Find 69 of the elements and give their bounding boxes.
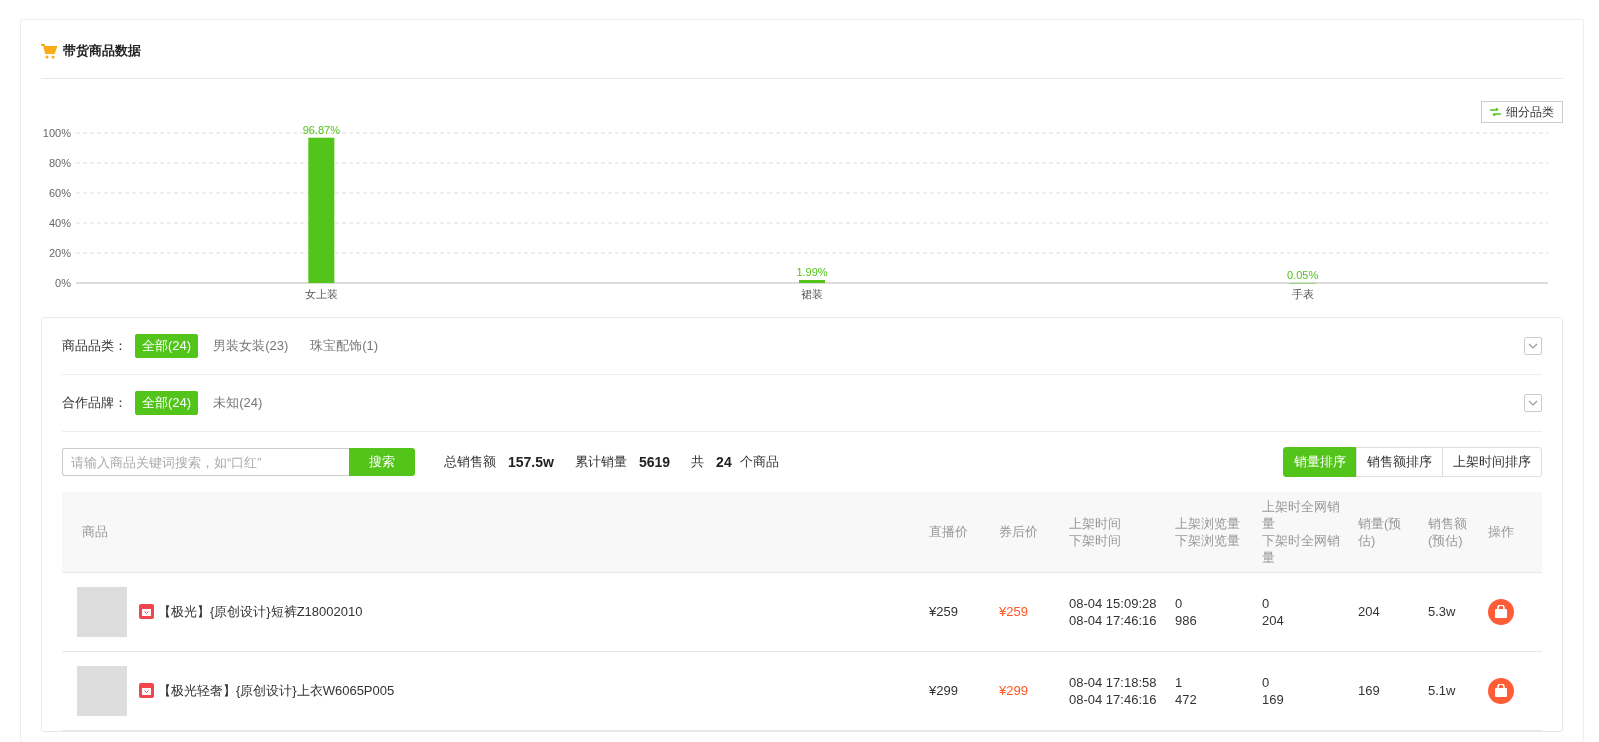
total-suffix: 个商品 [739,453,779,472]
shopping-bag-button[interactable] [1488,598,1514,625]
axis-tick-label: 0% [55,277,71,289]
category-label: 裙装 [801,288,823,300]
filter-option[interactable]: 未知(24) [206,391,270,415]
axis-tick-label: 60% [48,187,71,199]
total-prefix: 共 [691,453,705,472]
category-label: 女上装 [304,288,338,300]
sales-estimate: 204 [1352,572,1422,651]
expand-button[interactable] [1524,394,1542,412]
chevron-down-icon [1528,343,1538,349]
product-name[interactable]: 【极光轻奢】{原创设计}上衣W6065P005 [158,682,395,699]
axis-tick-label: 40% [48,217,71,229]
bar [799,280,825,283]
column-header: 直播价 [923,492,993,572]
shopping-bag-icon [1494,605,1508,618]
expand-button[interactable] [1524,337,1542,355]
product-photo-placeholder [77,665,127,716]
filter-label: 商品品类： [62,337,127,356]
swap-icon [1490,108,1501,116]
revenue-estimate: 5.1w [1422,651,1482,730]
product-photo-placeholder [77,586,127,637]
axis-tick-label: 100% [42,127,71,139]
listing-times: 08-04 17:18:58 08-04 17:46:16 [1063,651,1169,730]
network-sales: 0 204 [1256,572,1352,651]
column-header: 上架时全网销量 下架时全网销量 [1256,492,1352,572]
listing-times: 08-04 15:09:28 08-04 17:46:16 [1063,572,1169,651]
revenue-estimate: 5.3w [1422,572,1482,651]
network-sales: 0 169 [1256,651,1352,730]
column-header: 销量(预估) [1352,492,1422,572]
product-name[interactable]: 【极光】{原创设计}短裤Z18002010 [158,603,363,620]
live-price: ¥299 [923,651,993,730]
sort-button[interactable]: 销售额排序 [1356,447,1443,477]
column-header: 销售额(预估) [1422,492,1482,572]
data-label: 96.87% [302,123,340,136]
view-counts: 0 986 [1169,572,1256,651]
column-header: 操作 [1482,492,1542,572]
column-header: 上架时间 下架时间 [1063,492,1169,572]
shopping-bag-icon [1494,684,1508,697]
column-header: 上架浏览量 下架浏览量 [1169,492,1256,572]
data-label: 1.99% [796,266,828,278]
stat-label: 总销售额 [444,453,496,472]
column-header: 券后价 [993,492,1063,572]
coupon-price: ¥299 [993,651,1063,730]
total-count: 24 [716,452,732,472]
stat-label: 累计销量 [574,453,627,472]
category-label: 手表 [1291,288,1314,300]
coupon-price: ¥259 [993,572,1063,651]
sales-estimate: 169 [1352,651,1422,730]
shop-icon [139,604,154,619]
chevron-down-icon [1528,400,1538,406]
shopping-bag-button[interactable] [1488,677,1514,704]
column-header: 商品 [62,492,923,572]
data-label: 0.05% [1287,268,1319,281]
subcategory-toggle-button[interactable]: 细分品类 [1481,101,1563,123]
axis-tick-label: 20% [48,247,71,259]
sort-button[interactable]: 上架时间排序 [1442,447,1542,477]
view-counts: 1 472 [1169,651,1256,730]
axis-tick-label: 80% [48,157,71,169]
filter-option[interactable]: 珠宝配饰(1) [303,334,386,358]
filter-label: 合作品牌： [62,394,127,413]
live-price: ¥259 [923,572,993,651]
filter-option[interactable]: 男装女装(23) [206,334,296,358]
search-field[interactable]: 请输入商品关键词搜索，如“口红” [62,448,349,476]
shop-icon [139,683,154,698]
panel-title: 带货商品数据 [63,42,141,61]
stat-value: 157.5w [508,452,554,472]
stat-value: 5619 [638,452,671,472]
cart-icon [41,43,57,59]
